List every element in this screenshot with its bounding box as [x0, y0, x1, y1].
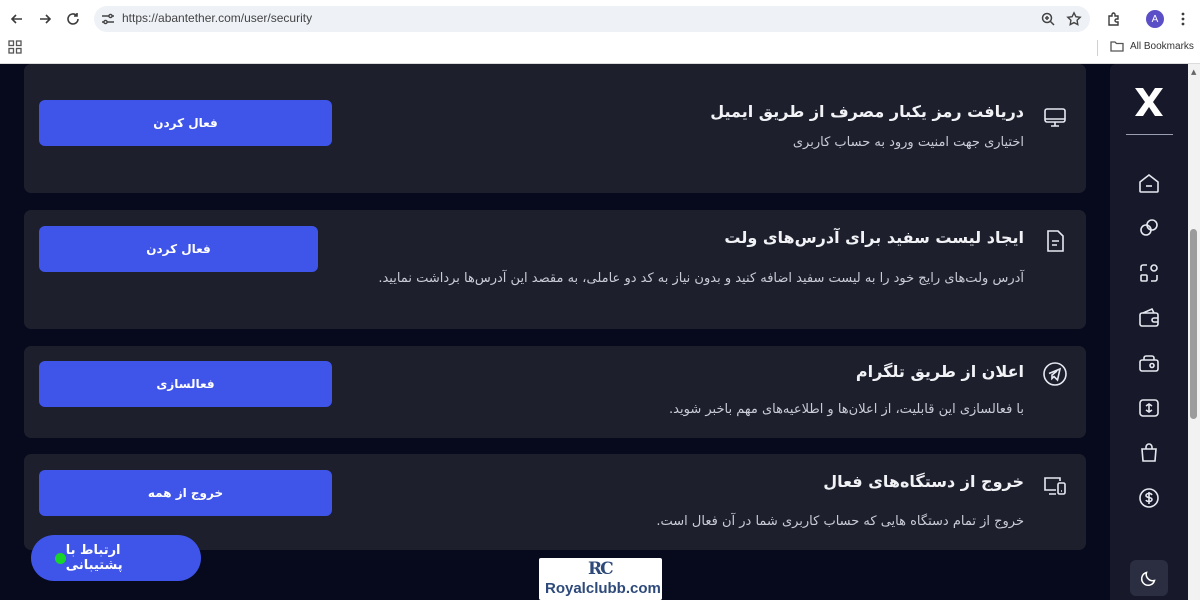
logo-divider	[1126, 134, 1173, 135]
document-icon	[1042, 228, 1068, 254]
folder-icon	[1110, 41, 1124, 52]
watermark: RC Royalclubb.com	[539, 558, 662, 600]
support-label: ارتباط با پشتیبانی	[65, 543, 123, 573]
piggy-bank-icon[interactable]	[1137, 351, 1161, 375]
activate-whitelist-button[interactable]: فعال کردن	[39, 226, 318, 272]
theme-toggle-button[interactable]	[1130, 560, 1168, 596]
address-bar[interactable]: https://abantether.com/user/security	[94, 6, 1090, 32]
moon-icon	[1140, 571, 1156, 587]
card-title: اعلان از طریق تلگرام	[855, 362, 1024, 381]
kebab-menu-icon	[1181, 12, 1185, 26]
activate-telegram-button[interactable]: فعالسازی	[39, 361, 332, 407]
all-bookmarks-button[interactable]: All Bookmarks	[1110, 40, 1194, 52]
scroll-up-arrow-icon[interactable]: ▲	[1191, 68, 1196, 76]
zoom-icon[interactable]	[1040, 11, 1056, 27]
card-title: ایجاد لیست سفید برای آدرس‌های ولت	[724, 228, 1024, 247]
dollar-icon[interactable]	[1137, 486, 1161, 510]
security-page: دریافت رمز یکبار مصرف از طریق ایمیل اختی…	[0, 64, 1188, 600]
wallet-icon[interactable]	[1137, 306, 1161, 330]
logout-all-button[interactable]: خروج از همه	[39, 470, 332, 516]
shopping-bag-icon[interactable]	[1137, 441, 1161, 465]
monitor-icon	[1042, 104, 1068, 130]
forward-button[interactable]	[32, 6, 58, 32]
card-description: خروج از تمام دستگاه هایی که حساب کاربری …	[656, 514, 1024, 529]
all-bookmarks-label: All Bookmarks	[1130, 40, 1194, 52]
market-icon[interactable]	[1137, 396, 1161, 420]
card-description: با فعالسازی این قابلیت، از اعلان‌ها و اط…	[669, 402, 1024, 417]
reload-icon	[67, 13, 79, 25]
browser-chrome: https://abantether.com/user/security A A…	[0, 0, 1200, 64]
card-title: خروج از دستگاه‌های فعال	[823, 472, 1024, 491]
online-status-dot	[55, 552, 66, 564]
url-text[interactable]: https://abantether.com/user/security	[122, 11, 312, 25]
arrow-right-icon	[40, 14, 52, 24]
home-icon[interactable]	[1137, 171, 1161, 195]
site-settings-icon[interactable]	[100, 11, 116, 27]
browser-menu-button[interactable]	[1170, 6, 1196, 32]
back-button[interactable]	[4, 6, 30, 32]
watermark-logo: RC	[588, 559, 614, 579]
puzzle-icon	[1108, 12, 1119, 26]
sidebar	[1110, 64, 1188, 600]
apps-grid-icon[interactable]	[8, 40, 22, 54]
activate-email-otp-button[interactable]: فعال کردن	[39, 100, 332, 146]
reload-button[interactable]	[60, 6, 86, 32]
profile-avatar[interactable]: A	[1146, 10, 1164, 28]
telegram-icon	[1042, 361, 1068, 387]
transfer-icon[interactable]	[1137, 261, 1161, 285]
bookmarks-divider	[1097, 40, 1098, 56]
extensions-button[interactable]	[1101, 6, 1127, 32]
watermark-text: Royalclubb.com	[545, 580, 661, 597]
card-description: آدرس ولت‌های رایج خود را به لیست سفید اض…	[378, 271, 1024, 286]
email-otp-card: دریافت رمز یکبار مصرف از طریق ایمیل اختی…	[24, 64, 1086, 193]
support-chat-button[interactable]: ارتباط با پشتیبانی	[31, 535, 201, 581]
telegram-card: اعلان از طریق تلگرام با فعالسازی این قاب…	[24, 346, 1086, 438]
card-title: دریافت رمز یکبار مصرف از طریق ایمیل	[710, 102, 1024, 121]
bookmark-star-icon[interactable]	[1066, 11, 1082, 27]
exchange-icon[interactable]	[1137, 216, 1161, 240]
logo-x-icon[interactable]	[1133, 86, 1165, 118]
whitelist-card: ایجاد لیست سفید برای آدرس‌های ولت آدرس و…	[24, 210, 1086, 329]
page-scrollbar[interactable]: ▲	[1188, 64, 1200, 600]
scrollbar-thumb[interactable]	[1190, 229, 1197, 419]
devices-icon	[1042, 473, 1068, 499]
arrow-left-icon	[10, 14, 22, 24]
card-description: اختیاری جهت امنیت ورود به حساب کاربری	[792, 135, 1024, 150]
